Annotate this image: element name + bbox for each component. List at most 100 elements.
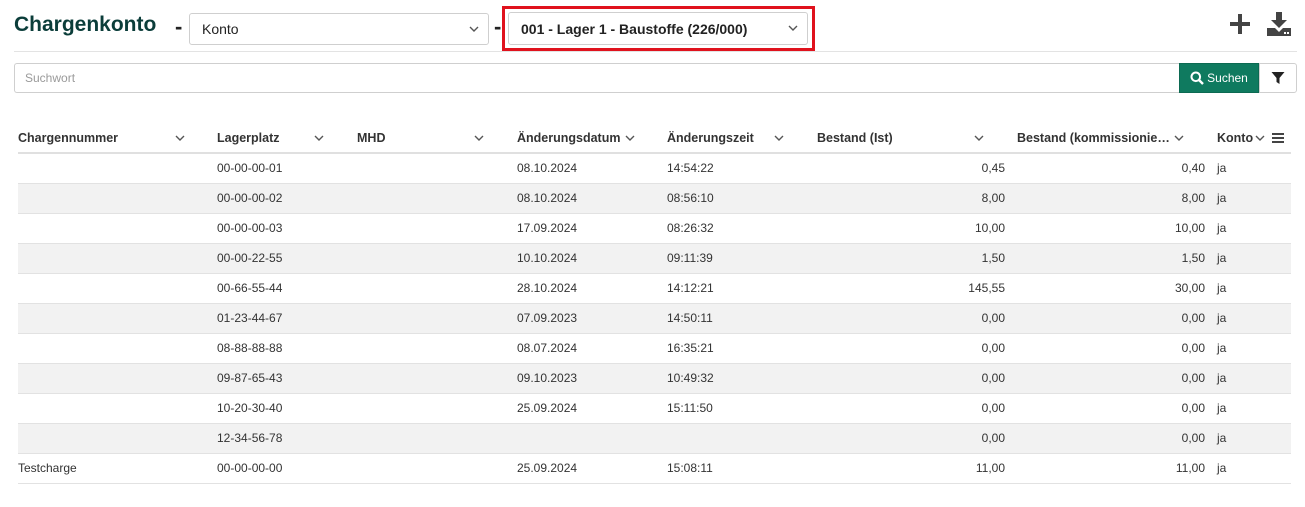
cell-aenderungsdatum: 25.09.2024 (517, 393, 667, 424)
column-header-lagerplatz[interactable]: Lagerplatz (217, 123, 357, 154)
table-row[interactable]: 00-00-00-01 08.10.2024 14:54:22 0,45 0,40 ja (18, 153, 1291, 184)
table-row[interactable]: 12-34-56-78 0,00 0,00 ja (18, 423, 1291, 454)
table-row[interactable]: 00-00-22-55 10.10.2024 09:11:39 1,50 1,50 ja (18, 243, 1291, 274)
filter-icon (1271, 72, 1285, 84)
cell-chargennummer (18, 363, 217, 394)
table-row[interactable]: Testcharge 00-00-00-00 25.09.2024 15:08:11 1… (18, 453, 1291, 484)
cell-aenderungsdatum: 09.10.2023 (517, 363, 667, 394)
table-header-row: Chargennummer Lagerplatz MHD Änderungsda… (18, 123, 1291, 154)
konto-select-value: Konto (202, 21, 239, 37)
table-row[interactable]: 00-66-55-44 28.10.2024 14:12:21 145,55 30,00… (18, 273, 1291, 304)
cell-lagerplatz: 00-00-00-03 (217, 213, 357, 244)
cell-konto: ja (1217, 303, 1291, 334)
cell-lagerplatz: 08-88-88-88 (217, 333, 357, 364)
page-title: Chargenkonto (14, 13, 157, 36)
cell-bestand-kommissioniert: 0,40 (1017, 153, 1217, 184)
cell-aenderungszeit: 15:08:11 (667, 453, 817, 484)
cell-konto: ja (1217, 183, 1291, 214)
cell-mhd (357, 333, 517, 364)
column-header-aenderungsdatum[interactable]: Änderungsdatum (517, 123, 667, 154)
cell-aenderungszeit: 08:56:10 (667, 183, 817, 214)
search-button-label: Suchen (1207, 71, 1248, 85)
cell-aenderungszeit: 08:26:32 (667, 213, 817, 244)
cell-konto: ja (1217, 423, 1291, 454)
column-header-bestand-kommissioniert[interactable]: Bestand (kommissionie… (1017, 123, 1217, 154)
search-button[interactable]: Suchen (1179, 63, 1259, 93)
table-row[interactable]: 00-00-00-03 17.09.2024 08:26:32 10,00 10,00 j… (18, 213, 1291, 244)
chevron-down-icon[interactable] (313, 132, 325, 144)
table-row[interactable]: 10-20-30-40 25.09.2024 15:11:50 0,00 0,00 ja (18, 393, 1291, 424)
chevron-down-icon[interactable] (473, 132, 485, 144)
cell-lagerplatz: 09-87-65-43 (217, 363, 357, 394)
table-row[interactable]: 09-87-65-43 09.10.2023 10:49:32 0,00 0,00 ja (18, 363, 1291, 394)
chevron-down-icon[interactable] (973, 132, 985, 144)
cell-aenderungszeit: 14:12:21 (667, 273, 817, 304)
cell-konto: ja (1217, 363, 1291, 394)
cell-lagerplatz: 10-20-30-40 (217, 393, 357, 424)
cell-chargennummer (18, 213, 217, 244)
cell-konto: ja (1217, 333, 1291, 364)
konto-select[interactable]: Konto (189, 13, 489, 45)
chevron-down-icon[interactable] (773, 132, 785, 144)
cell-lagerplatz: 00-00-22-55 (217, 243, 357, 274)
select-separator: - (494, 14, 502, 39)
cell-aenderungsdatum: 17.09.2024 (517, 213, 667, 244)
download-icon[interactable] (1266, 11, 1292, 37)
cell-mhd (357, 363, 517, 394)
table-row[interactable]: 08-88-88-88 08.07.2024 16:35:21 0,00 0,00 ja (18, 333, 1291, 364)
chevron-down-icon[interactable] (624, 132, 636, 144)
chevron-down-icon (469, 26, 479, 32)
filter-button[interactable] (1259, 63, 1297, 93)
table-row[interactable]: 01-23-44-67 07.09.2023 14:50:11 0,00 0,00 ja (18, 303, 1291, 334)
search-icon (1190, 71, 1204, 85)
plus-icon[interactable] (1227, 11, 1253, 37)
cell-aenderungszeit: 09:11:39 (667, 243, 817, 274)
cell-chargennummer (18, 333, 217, 364)
cell-lagerplatz: 00-00-00-01 (217, 153, 357, 184)
search-input[interactable] (14, 63, 1180, 93)
cell-konto: ja (1217, 243, 1291, 274)
column-header-konto[interactable]: Konto (1217, 123, 1291, 154)
cell-aenderungszeit: 15:11:50 (667, 393, 817, 424)
cell-chargennummer (18, 153, 217, 184)
cell-bestand-kommissioniert: 1,50 (1017, 243, 1217, 274)
chevron-down-icon[interactable] (174, 132, 186, 144)
cell-bestand-kommissioniert: 0,00 (1017, 393, 1217, 424)
cell-chargennummer (18, 243, 217, 274)
cell-aenderungszeit: 14:54:22 (667, 153, 817, 184)
chevron-down-icon[interactable] (1254, 132, 1266, 144)
menu-icon[interactable] (1271, 131, 1285, 145)
cell-lagerplatz: 01-23-44-67 (217, 303, 357, 334)
cell-konto: ja (1217, 273, 1291, 304)
cell-chargennummer (18, 303, 217, 334)
cell-konto: ja (1217, 393, 1291, 424)
chevron-down-icon[interactable] (1173, 132, 1185, 144)
cell-bestand-kommissioniert: 0,00 (1017, 333, 1217, 364)
cell-mhd (357, 393, 517, 424)
cell-mhd (357, 273, 517, 304)
cell-konto: ja (1217, 453, 1291, 484)
cell-chargennummer (18, 393, 217, 424)
charge-table: Chargennummer Lagerplatz MHD Änderungsda… (18, 123, 1291, 484)
chevron-down-icon (788, 25, 798, 31)
column-header-bestand-ist[interactable]: Bestand (Ist) (817, 123, 1017, 154)
header-divider (14, 51, 1297, 52)
column-header-aenderungszeit[interactable]: Änderungszeit (667, 123, 817, 154)
cell-bestand-kommissioniert: 0,00 (1017, 363, 1217, 394)
cell-lagerplatz: 00-00-00-00 (217, 453, 357, 484)
cell-bestand-ist: 0,45 (817, 153, 1017, 184)
table-row[interactable]: 00-00-00-02 08.10.2024 08:56:10 8,00 8,00 ja (18, 183, 1291, 214)
column-header-chargennummer[interactable]: Chargennummer (18, 123, 217, 154)
cell-mhd (357, 243, 517, 274)
cell-aenderungsdatum: 08.10.2024 (517, 153, 667, 184)
cell-aenderungsdatum: 07.09.2023 (517, 303, 667, 334)
page-header: Chargenkonto - Konto - 001 - Lager 1 - B… (0, 0, 1305, 55)
column-header-mhd[interactable]: MHD (357, 123, 517, 154)
cell-bestand-ist: 145,55 (817, 273, 1017, 304)
cell-mhd (357, 453, 517, 484)
cell-bestand-ist: 1,50 (817, 243, 1017, 274)
cell-mhd (357, 213, 517, 244)
lager-select-value: 001 - Lager 1 - Baustoffe (226/000) (521, 20, 748, 37)
lager-select[interactable]: 001 - Lager 1 - Baustoffe (226/000) (508, 12, 808, 45)
cell-mhd (357, 183, 517, 214)
